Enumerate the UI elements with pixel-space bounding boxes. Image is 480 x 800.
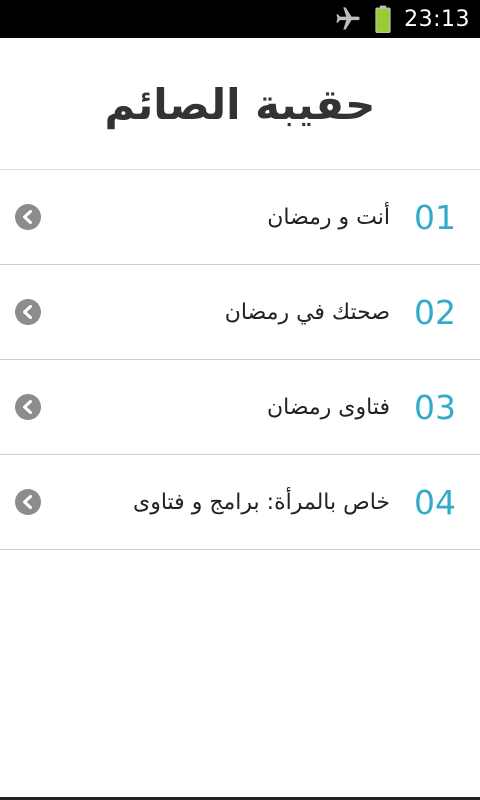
item-number: 02 [414, 292, 456, 332]
airplane-mode-icon [336, 7, 360, 30]
header: حقيبة الصائم [0, 38, 480, 170]
menu-item-02[interactable]: 02 صحتك في رمضان [0, 265, 480, 360]
item-number: 01 [414, 197, 456, 237]
chevron-left-icon [15, 489, 41, 515]
chevron-left-icon [15, 299, 41, 325]
page-title: حقيبة الصائم [104, 79, 376, 129]
item-label: خاص بالمرأة: برامج و فتاوى [133, 489, 390, 515]
item-label: صحتك في رمضان [224, 299, 390, 325]
item-label: فتاوى رمضان [266, 394, 390, 420]
item-number: 03 [414, 387, 456, 427]
menu-list: 01 أنت و رمضان 02 صحتك في رمضان 03 فتاوى… [0, 169, 480, 550]
menu-item-03[interactable]: 03 فتاوى رمضان [0, 360, 480, 455]
chevron-left-icon [15, 204, 41, 230]
menu-item-01[interactable]: 01 أنت و رمضان [0, 170, 480, 265]
status-clock: 23:13 [404, 6, 470, 32]
battery-icon [375, 5, 391, 33]
status-bar: 23:13 [0, 0, 480, 38]
menu-item-04[interactable]: 04 خاص بالمرأة: برامج و فتاوى [0, 455, 480, 550]
chevron-left-icon [15, 394, 41, 420]
item-label: أنت و رمضان [267, 204, 390, 230]
item-number: 04 [414, 482, 456, 522]
status-icons: 23:13 [334, 0, 470, 38]
